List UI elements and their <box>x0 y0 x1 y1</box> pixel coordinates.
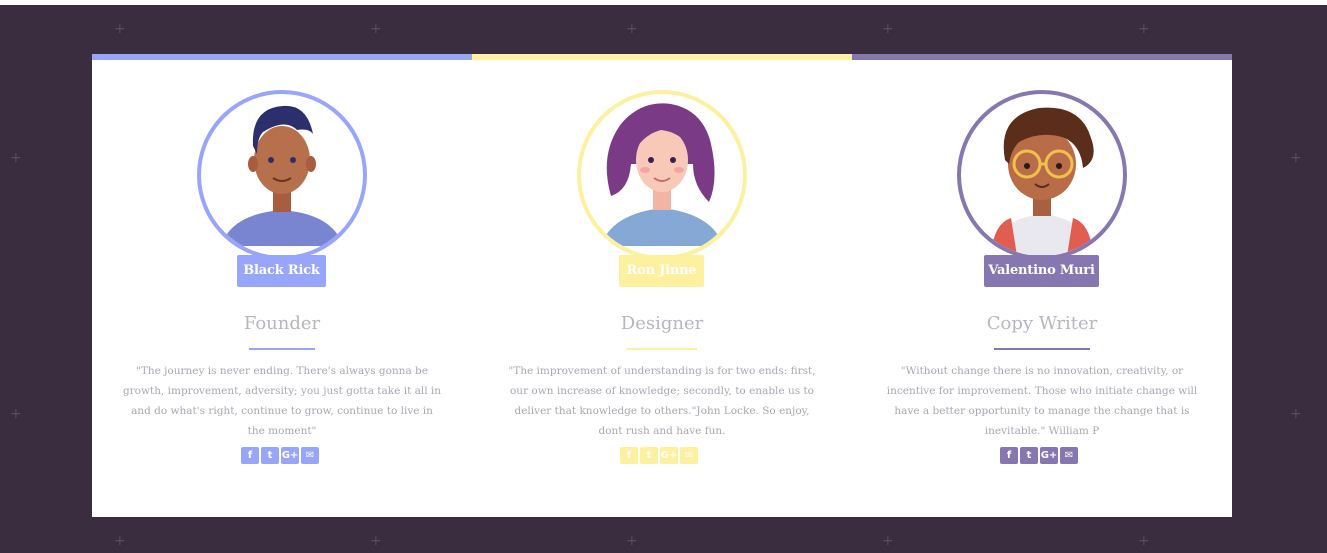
avatar-illustration-icon <box>221 105 343 246</box>
google-plus-icon[interactable]: G+ <box>660 447 678 464</box>
role-underline <box>249 348 315 350</box>
sparkle-icon: + <box>1138 533 1150 549</box>
email-icon[interactable]: ✉ <box>301 447 319 464</box>
facebook-icon[interactable]: f <box>620 447 638 464</box>
avatar <box>957 90 1127 260</box>
quote-text: "The journey is never ending. There's al… <box>122 365 442 437</box>
accent-bar <box>92 54 472 60</box>
name-badge: Valentino Muri <box>984 255 1099 287</box>
team-card: Black Rick Founder "The journey is never… <box>92 54 1232 517</box>
name-badge: Black Rick <box>237 255 326 287</box>
sparkle-icon: + <box>626 21 638 37</box>
quote-text: "Without change there is no innovation, … <box>886 365 1198 437</box>
top-strip <box>0 0 1327 5</box>
quote-text: "The improvement of understanding is for… <box>508 365 816 437</box>
avatar <box>197 90 367 260</box>
sparkle-icon: + <box>1290 150 1302 166</box>
sparkle-icon: + <box>1138 21 1150 37</box>
team-member-ron-jinne: Ron Jinne Designer "The improvement of u… <box>472 54 852 517</box>
role-title: Copy Writer <box>986 313 1098 334</box>
team-member-valentino-muri: Valentino Muri Copy Writer "Without chan… <box>852 54 1232 517</box>
social-links: f t G+ ✉ <box>1000 447 1078 464</box>
role-underline <box>994 348 1090 350</box>
facebook-icon[interactable]: f <box>241 447 259 464</box>
name-badge: Ron Jinne <box>619 255 704 287</box>
accent-bar <box>852 54 1232 60</box>
avatar-illustration-icon <box>601 103 723 246</box>
sparkle-icon: + <box>882 21 894 37</box>
email-icon[interactable]: ✉ <box>680 447 698 464</box>
google-plus-icon[interactable]: G+ <box>1040 447 1058 464</box>
twitter-icon[interactable]: t <box>1020 447 1038 464</box>
twitter-icon[interactable]: t <box>261 447 279 464</box>
avatar <box>577 90 747 260</box>
google-plus-icon[interactable]: G+ <box>281 447 299 464</box>
sparkle-icon: + <box>370 21 382 37</box>
sparkle-icon: + <box>370 533 382 549</box>
social-links: f t G+ ✉ <box>620 447 698 464</box>
sparkle-icon: + <box>10 406 22 422</box>
sparkle-icon: + <box>626 533 638 549</box>
avatar-illustration-icon <box>991 107 1094 256</box>
role-title: Designer <box>620 313 704 334</box>
sparkle-icon: + <box>1290 406 1302 422</box>
role-title: Founder <box>243 313 321 334</box>
accent-bar <box>472 54 852 60</box>
sparkle-icon: + <box>114 21 126 37</box>
email-icon[interactable]: ✉ <box>1060 447 1078 464</box>
sparkle-icon: + <box>882 533 894 549</box>
team-member-black-rick: Black Rick Founder "The journey is never… <box>92 54 472 517</box>
role-underline <box>627 348 697 350</box>
social-links: f t G+ ✉ <box>241 447 319 464</box>
twitter-icon[interactable]: t <box>640 447 658 464</box>
sparkle-icon: + <box>10 150 22 166</box>
sparkle-icon: + <box>114 533 126 549</box>
facebook-icon[interactable]: f <box>1000 447 1018 464</box>
